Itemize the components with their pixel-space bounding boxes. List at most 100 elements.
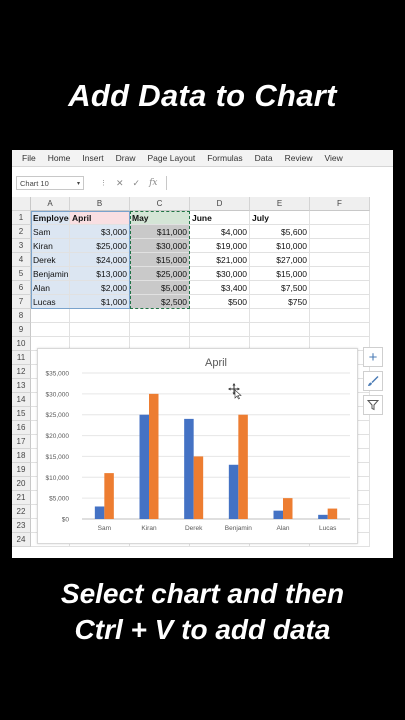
row-header-22[interactable]: 22 xyxy=(12,505,31,519)
table-cell[interactable]: $13,000 xyxy=(70,267,130,281)
row-header-12[interactable]: 12 xyxy=(12,365,31,379)
menu-draw[interactable]: Draw xyxy=(110,153,142,163)
table-cell[interactable]: $15,000 xyxy=(130,253,190,267)
table-cell[interactable]: $24,000 xyxy=(70,253,130,267)
row-header-13[interactable]: 13 xyxy=(12,379,31,393)
table-cell[interactable]: $27,000 xyxy=(250,253,310,267)
table-cell[interactable]: $21,000 xyxy=(190,253,250,267)
grid-cell[interactable] xyxy=(310,239,370,253)
row-header-5[interactable]: 5 xyxy=(12,267,31,281)
table-cell[interactable]: $10,000 xyxy=(250,239,310,253)
function-icon[interactable]: fx xyxy=(149,178,157,188)
row-header-17[interactable]: 17 xyxy=(12,435,31,449)
menu-page-layout[interactable]: Page Layout xyxy=(142,153,202,163)
row-header-21[interactable]: 21 xyxy=(12,491,31,505)
menu-file[interactable]: File xyxy=(12,153,42,163)
table-cell[interactable]: $30,000 xyxy=(130,239,190,253)
row-header-9[interactable]: 9 xyxy=(12,323,31,337)
grid-cell[interactable] xyxy=(310,309,370,323)
table-cell[interactable]: $15,000 xyxy=(250,267,310,281)
table-header-cell[interactable]: June xyxy=(190,211,250,225)
row-header-24[interactable]: 24 xyxy=(12,533,31,547)
grid-cell[interactable] xyxy=(70,323,130,337)
select-all-corner[interactable] xyxy=(12,197,31,211)
row-header-1[interactable]: 1 xyxy=(12,211,31,225)
cancel-icon[interactable]: ✕ xyxy=(116,178,124,189)
column-header-e[interactable]: E xyxy=(250,197,310,211)
row-header-18[interactable]: 18 xyxy=(12,449,31,463)
table-cell[interactable]: $30,000 xyxy=(190,267,250,281)
table-cell[interactable]: $5,000 xyxy=(130,281,190,295)
grid-cell[interactable] xyxy=(250,309,310,323)
table-cell[interactable]: $3,000 xyxy=(70,225,130,239)
table-cell[interactable]: $1,000 xyxy=(70,295,130,309)
table-cell[interactable]: Derek xyxy=(31,253,70,267)
row-header-2[interactable]: 2 xyxy=(12,225,31,239)
grid-cell[interactable] xyxy=(31,309,70,323)
grid-cell[interactable] xyxy=(310,295,370,309)
grid-cell[interactable] xyxy=(130,309,190,323)
column-header-f[interactable]: F xyxy=(310,197,370,211)
table-cell[interactable]: $19,000 xyxy=(190,239,250,253)
table-cell[interactable]: Alan xyxy=(31,281,70,295)
grid-cell[interactable] xyxy=(70,309,130,323)
name-box[interactable]: Chart 10 ▾ xyxy=(16,176,84,190)
table-cell[interactable]: $11,000 xyxy=(130,225,190,239)
menu-formulas[interactable]: Formulas xyxy=(201,153,248,163)
grid-cell[interactable] xyxy=(310,225,370,239)
row-header-16[interactable]: 16 xyxy=(12,421,31,435)
table-header-cell[interactable]: April xyxy=(70,211,130,225)
table-header-cell[interactable]: May xyxy=(130,211,190,225)
grid-cell[interactable] xyxy=(250,323,310,337)
menu-home[interactable]: Home xyxy=(42,153,77,163)
table-cell[interactable]: $5,600 xyxy=(250,225,310,239)
chevron-down-icon[interactable]: ▾ xyxy=(77,180,80,187)
grid-cell[interactable] xyxy=(310,323,370,337)
row-header-23[interactable]: 23 xyxy=(12,519,31,533)
formula-input[interactable] xyxy=(165,176,393,190)
row-header-10[interactable]: 10 xyxy=(12,337,31,351)
row-header-14[interactable]: 14 xyxy=(12,393,31,407)
column-header-b[interactable]: B xyxy=(70,197,130,211)
table-cell[interactable]: Lucas xyxy=(31,295,70,309)
table-cell[interactable]: Benjamin xyxy=(31,267,70,281)
chart-elements-button[interactable]: + xyxy=(363,347,383,367)
chart-styles-button[interactable] xyxy=(363,371,383,391)
grid-cell[interactable] xyxy=(310,281,370,295)
table-cell[interactable]: $2,000 xyxy=(70,281,130,295)
grid-cell[interactable] xyxy=(310,267,370,281)
row-header-3[interactable]: 3 xyxy=(12,239,31,253)
menu-insert[interactable]: Insert xyxy=(76,153,109,163)
table-cell[interactable]: Sam xyxy=(31,225,70,239)
table-cell[interactable]: $25,000 xyxy=(130,267,190,281)
table-cell[interactable]: $2,500 xyxy=(130,295,190,309)
row-header-15[interactable]: 15 xyxy=(12,407,31,421)
grid-cell[interactable] xyxy=(310,253,370,267)
grid-cell[interactable] xyxy=(130,323,190,337)
table-cell[interactable]: $25,000 xyxy=(70,239,130,253)
row-header-6[interactable]: 6 xyxy=(12,281,31,295)
table-cell[interactable]: $4,000 xyxy=(190,225,250,239)
table-cell[interactable]: Kiran xyxy=(31,239,70,253)
row-header-19[interactable]: 19 xyxy=(12,463,31,477)
table-header-cell[interactable]: July xyxy=(250,211,310,225)
grid-cell[interactable] xyxy=(310,211,370,225)
grid-cell[interactable] xyxy=(31,323,70,337)
row-header-4[interactable]: 4 xyxy=(12,253,31,267)
grid-cell[interactable] xyxy=(190,309,250,323)
table-cell[interactable]: $500 xyxy=(190,295,250,309)
table-cell[interactable]: $750 xyxy=(250,295,310,309)
row-header-7[interactable]: 7 xyxy=(12,295,31,309)
table-cell[interactable]: $3,400 xyxy=(190,281,250,295)
row-header-11[interactable]: 11 xyxy=(12,351,31,365)
chart[interactable]: April $0 $5,000 $10,000 $15,000 $20,000 $25,00… xyxy=(37,348,358,544)
chart-filters-button[interactable] xyxy=(363,395,383,415)
grid-cell[interactable] xyxy=(190,323,250,337)
row-header-8[interactable]: 8 xyxy=(12,309,31,323)
table-cell[interactable]: $7,500 xyxy=(250,281,310,295)
check-icon[interactable]: ✓ xyxy=(133,178,141,189)
menu-view[interactable]: View xyxy=(319,153,349,163)
column-header-d[interactable]: D xyxy=(190,197,250,211)
column-header-a[interactable]: A xyxy=(31,197,70,211)
table-header-cell[interactable]: Employee xyxy=(31,211,70,225)
